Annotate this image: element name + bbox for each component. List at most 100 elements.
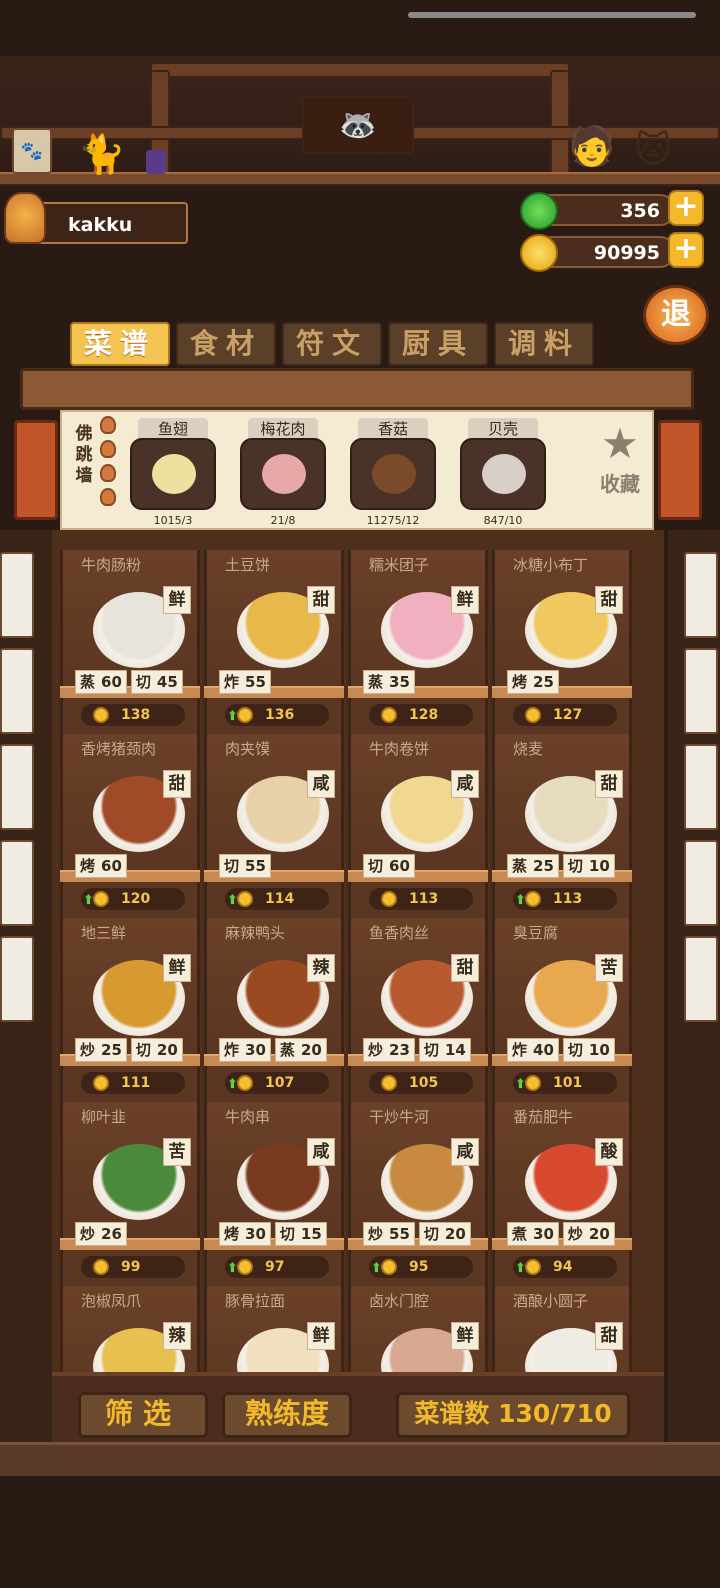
tab-0[interactable]: 菜谱 [70, 322, 170, 366]
tab-2[interactable]: 符文 [282, 322, 382, 366]
skill-requirements: 蒸 35 [363, 670, 415, 694]
shell-icon [482, 454, 526, 494]
recipe-card[interactable]: 番茄肥牛酸煮 30 炒 20 ⬆ 94 [492, 1102, 632, 1286]
ingredient-box [240, 438, 326, 510]
paw-jar-icon: 🐾 [12, 128, 52, 174]
ingredient-slot[interactable]: 鱼翅 1015/3 [130, 418, 216, 528]
skill-type: 切 [135, 673, 151, 691]
skill-badge: 烤 30 [219, 1222, 271, 1246]
ingredient-name: 香菇 [358, 418, 428, 440]
skill-badge: 切 14 [418, 1038, 471, 1062]
gem-icon [520, 192, 558, 230]
skill-level: 20 [588, 1225, 610, 1243]
taste-badge: 鲜 [451, 586, 479, 614]
skill-level: 30 [245, 1041, 266, 1059]
skill-level: 60 [101, 673, 122, 691]
recipe-card[interactable]: 肉夹馍咸切 55 ⬆ 114 [204, 734, 344, 918]
skill-badge: 炒 55 [363, 1222, 415, 1246]
skill-type: 蒸 [80, 673, 96, 691]
price-value: 128 [409, 707, 439, 723]
ingredient-slot[interactable]: 贝壳 847/10 [460, 418, 546, 528]
recipe-card[interactable]: 香烤猪颈肉甜烤 60 ⬆ 120 [60, 734, 200, 918]
ingredient-slot[interactable]: 梅花肉 21/8 [240, 418, 326, 528]
recipe-card[interactable]: 烧麦甜蒸 25 切 10 ⬆ 113 [492, 734, 632, 918]
price-tag: ⬆ 136 [225, 704, 329, 726]
favorite-button[interactable]: ★ 收藏 [592, 420, 648, 510]
ingredient-box [460, 438, 546, 510]
skill-level: 20 [156, 1041, 178, 1059]
recipe-card[interactable]: 糯米团子鲜蒸 35 128 [348, 550, 488, 734]
ingredient-slot[interactable]: 香菇 11275/12 [350, 418, 436, 528]
exit-button[interactable]: 退 [643, 285, 709, 345]
skill-badge: 切 55 [219, 854, 271, 878]
recipe-name: 柳叶韭 [81, 1108, 127, 1126]
side-panel [684, 552, 718, 638]
skill-level: 26 [101, 1225, 122, 1243]
recipe-card[interactable]: 牛肉肠粉鲜蒸 60 切 45 138 [60, 550, 200, 734]
skill-requirements: 蒸 25 切 10 [507, 854, 615, 878]
add-gems-button[interactable]: + [668, 190, 704, 226]
skill-badge: 炸 30 [219, 1038, 271, 1062]
tab-1[interactable]: 食材 [176, 322, 276, 366]
coin-icon [525, 891, 541, 907]
skill-type: 炸 [224, 673, 240, 691]
skill-requirements: 炒 55 切 20 [363, 1222, 471, 1246]
skill-level: 60 [101, 857, 122, 875]
ingredient-count: 847/10 [483, 514, 523, 527]
mushroom-icon [372, 454, 416, 494]
taste-badge: 咸 [451, 1138, 479, 1166]
price-tag: ⬆ 101 [513, 1072, 617, 1094]
recipe-card[interactable]: 柳叶韭苦炒 26 99 [60, 1102, 200, 1286]
flame-icon [100, 464, 116, 482]
skill-level: 23 [389, 1041, 410, 1059]
recipe-card[interactable]: 干炒牛河咸炒 55 切 20 ⬆ 95 [348, 1102, 488, 1286]
skill-level: 35 [389, 673, 410, 691]
recipe-name: 冰糖小布丁 [513, 556, 589, 574]
price-value: 114 [265, 891, 295, 907]
taste-badge: 酸 [595, 1138, 623, 1166]
skill-badge: 切 60 [363, 854, 415, 878]
gem-counter: 356 [520, 192, 676, 230]
coin-icon [237, 1259, 253, 1275]
skill-badge: 煮 30 [507, 1222, 559, 1246]
recipe-card[interactable]: 牛肉串咸烤 30 切 15 ⬆ 97 [204, 1102, 344, 1286]
skill-badge: 炸 55 [219, 670, 271, 694]
proficiency-button[interactable]: 熟练度 [222, 1392, 352, 1438]
recipe-card[interactable]: 土豆饼甜炸 55 ⬆ 136 [204, 550, 344, 734]
tab-3[interactable]: 厨具 [388, 322, 488, 366]
recipe-card[interactable]: 臭豆腐苦炸 40 切 10 ⬆ 101 [492, 918, 632, 1102]
ingredient-count: 21/8 [270, 514, 296, 527]
recipe-name: 烧麦 [513, 740, 544, 758]
skill-level: 10 [588, 857, 610, 875]
side-panel [684, 840, 718, 926]
price-value: 107 [265, 1075, 295, 1091]
recipe-shelf[interactable]: 牛肉肠粉鲜蒸 60 切 45 138 土豆饼甜炸 55 ⬆ 136 糯米团子鲜蒸 35 128 冰糖小布… [52, 530, 664, 1388]
tab-4[interactable]: 调料 [494, 322, 594, 366]
recipe-card[interactable]: 鱼香肉丝甜炒 23 切 14 105 [348, 918, 488, 1102]
flame-icon [100, 440, 116, 458]
price-value: 105 [409, 1075, 439, 1091]
jar-icon [146, 150, 166, 174]
recipe-card[interactable]: 麻辣鸭头辣炸 30 蒸 20 ⬆ 107 [204, 918, 344, 1102]
ingredient-count: 1015/3 [153, 514, 193, 527]
recipe-card[interactable]: 牛肉卷饼咸切 60 113 [348, 734, 488, 918]
coin-icon [237, 891, 253, 907]
star-icon: ★ [601, 419, 639, 468]
recipe-name: 卤水门腔 [369, 1292, 430, 1310]
skill-requirements: 炒 25 切 20 [75, 1038, 183, 1062]
skill-level: 25 [533, 673, 554, 691]
side-panel [684, 936, 718, 1022]
player-avatar[interactable] [4, 192, 46, 244]
price-value: 136 [265, 707, 295, 723]
recipe-card[interactable]: 冰糖小布丁甜烤 25 127 [492, 550, 632, 734]
skill-type: 切 [423, 1225, 439, 1243]
add-coins-button[interactable]: + [668, 232, 704, 268]
filter-button[interactable]: 筛选 [78, 1392, 208, 1438]
skill-type: 切 [135, 1041, 151, 1059]
skill-level: 25 [101, 1041, 122, 1059]
coin-icon [93, 1259, 109, 1275]
skill-requirements: 炸 55 [219, 670, 271, 694]
recipe-card[interactable]: 地三鲜鲜炒 25 切 20 111 [60, 918, 200, 1102]
price-value: 138 [121, 707, 151, 723]
skill-requirements: 煮 30 炒 20 [507, 1222, 615, 1246]
